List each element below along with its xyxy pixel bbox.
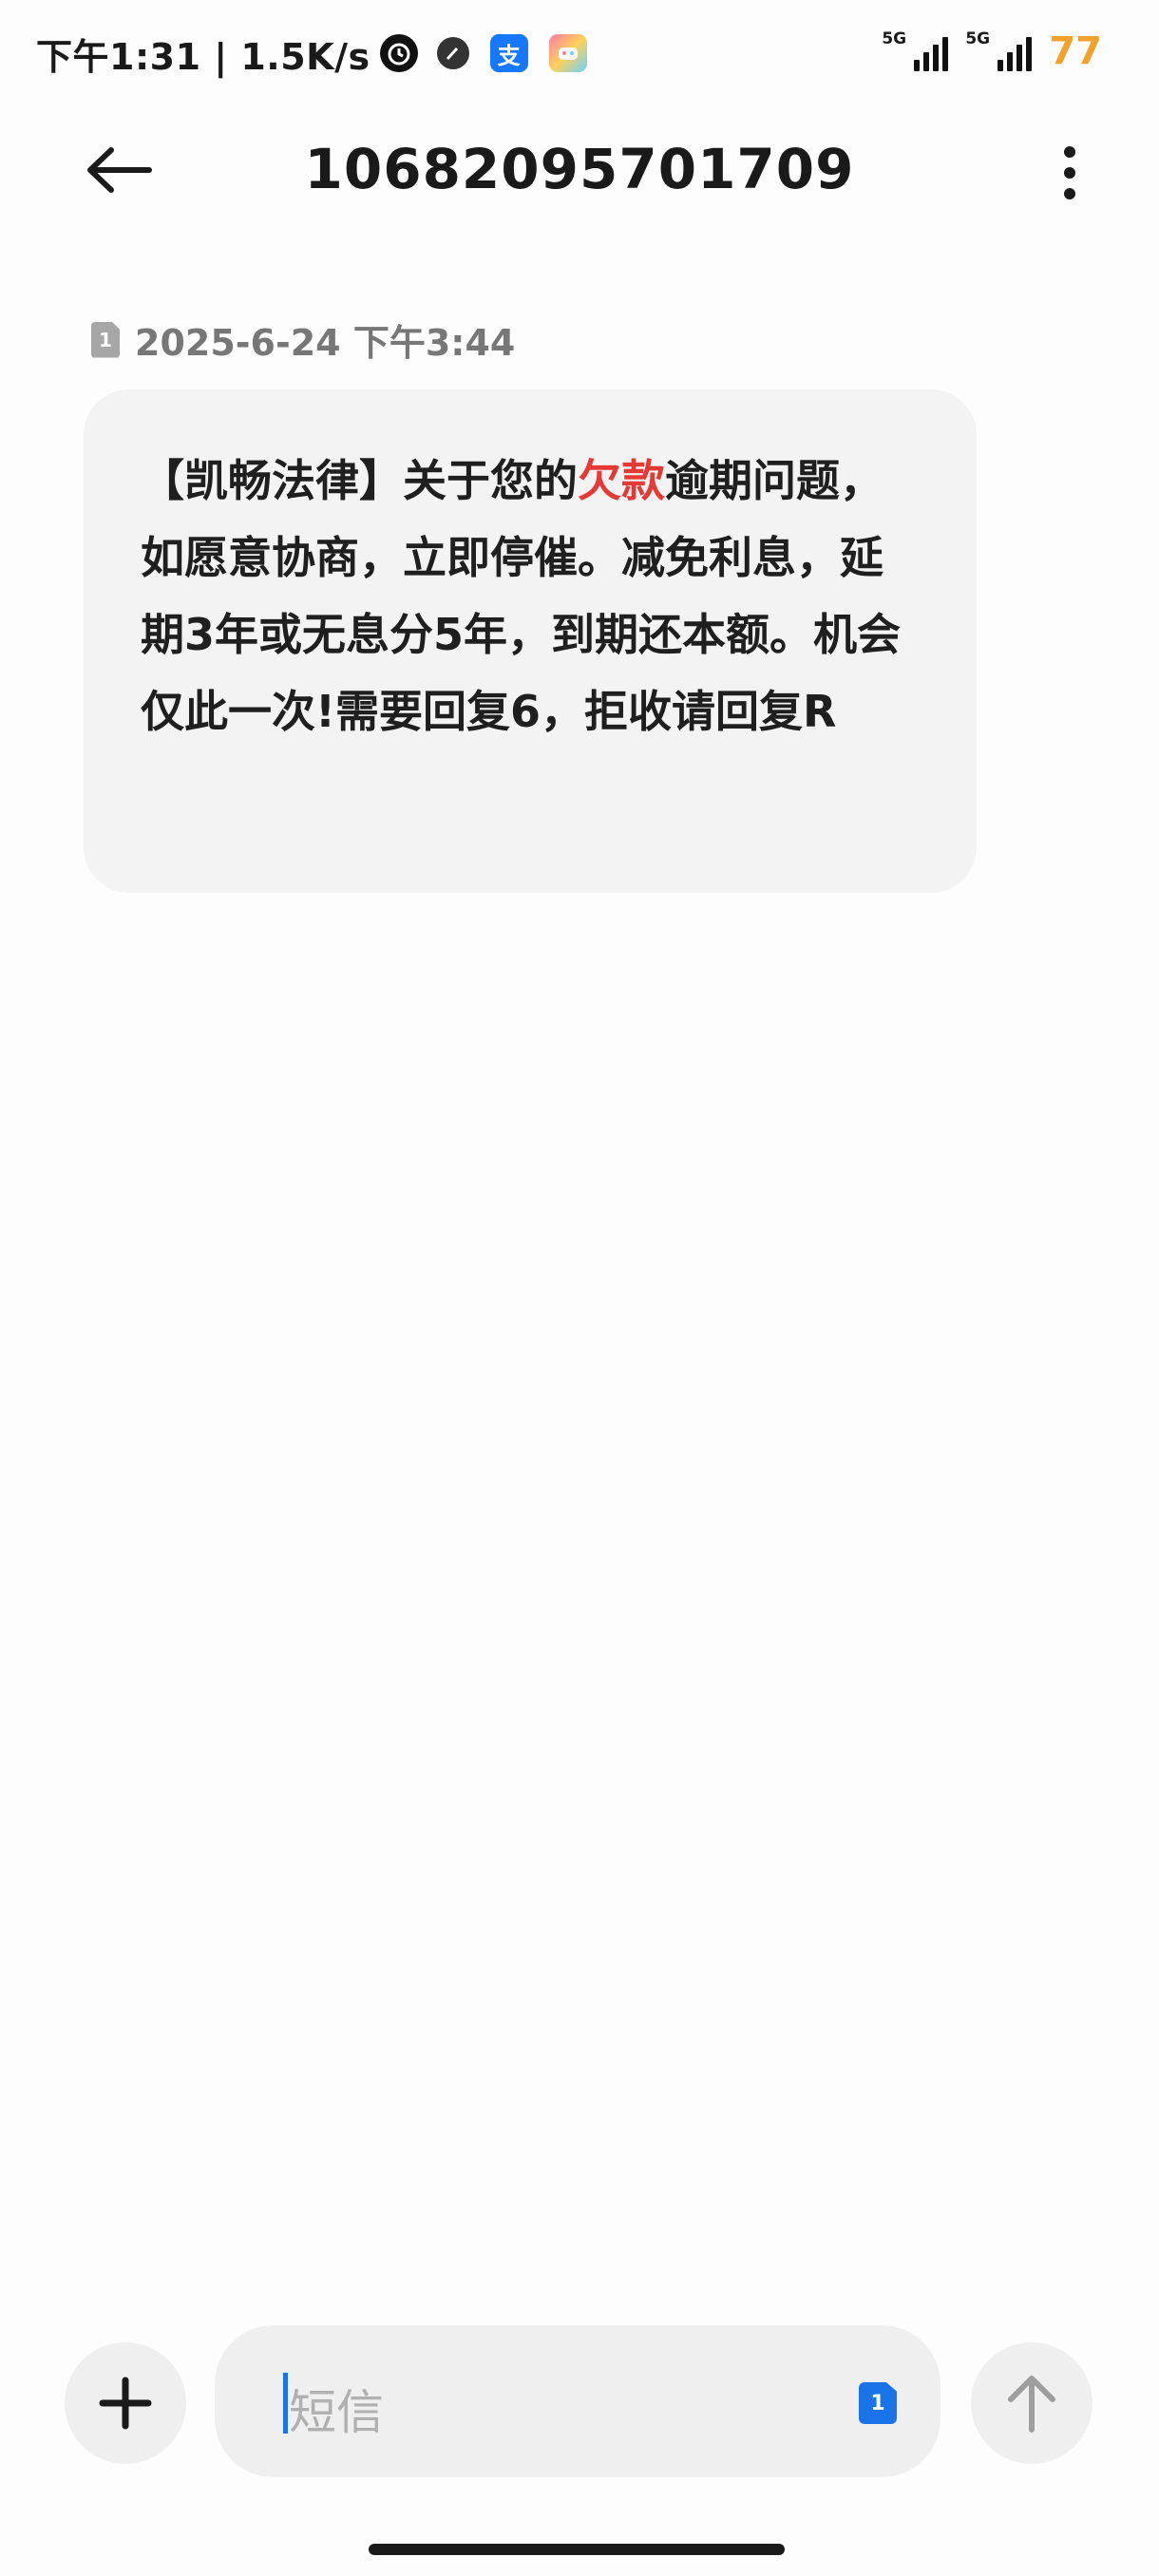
game-center-icon: [548, 34, 587, 72]
sim-select-button[interactable]: 1: [859, 2382, 897, 2424]
add-attachment-button[interactable]: [65, 2342, 186, 2464]
status-time: 下午1:31 | 1.5K/s: [36, 35, 370, 78]
speedometer-icon: [436, 37, 469, 69]
send-button[interactable]: [971, 2342, 1092, 2464]
message-bubble[interactable]: 【凯畅法律】关于您的欠款逾期问题，如愿意协商，立即停催。减免利息，延期3年或无息…: [84, 389, 977, 893]
message-input[interactable]: 短信 1: [215, 2325, 940, 2477]
battery-level: 77: [1049, 29, 1102, 73]
alarm-icon: [379, 34, 418, 72]
sim-card-icon: 1: [91, 321, 120, 358]
text-cursor: [283, 2373, 288, 2434]
signal-icon-sim1: 5G: [882, 29, 949, 73]
conversation-header: 10682095701709: [0, 114, 1159, 228]
message-meta: 1 2025-6-24 下午3:44: [91, 313, 515, 366]
contact-number-title: 10682095701709: [304, 137, 855, 201]
message-input-placeholder: 短信: [289, 2385, 384, 2440]
plus-icon: [99, 2377, 152, 2430]
alipay-icon: 支: [489, 34, 528, 72]
network-type-label: 5G: [882, 29, 907, 48]
status-bar: 下午1:31 | 1.5K/s 支 5G 5G 77: [0, 0, 1159, 104]
message-text-part: 【凯畅法律】关于您的: [141, 455, 578, 506]
message-body: 【凯畅法律】关于您的欠款逾期问题，如愿意协商，立即停催。减免利息，延期3年或无息…: [141, 443, 920, 750]
more-vertical-icon: [1064, 146, 1075, 199]
more-options-button[interactable]: [1041, 137, 1098, 209]
status-left: 下午1:31 | 1.5K/s 支: [36, 28, 587, 78]
home-indicator[interactable]: [369, 2544, 785, 2555]
message-timestamp: 2025-6-24 下午3:44: [135, 322, 516, 364]
signal-icon-sim2: 5G: [965, 29, 1033, 73]
message-highlighted-word[interactable]: 欠款: [578, 455, 665, 506]
send-arrow-up-icon: [1008, 2376, 1055, 2433]
status-right: 5G 5G 77: [882, 27, 1102, 76]
network-type-label: 5G: [965, 29, 991, 48]
